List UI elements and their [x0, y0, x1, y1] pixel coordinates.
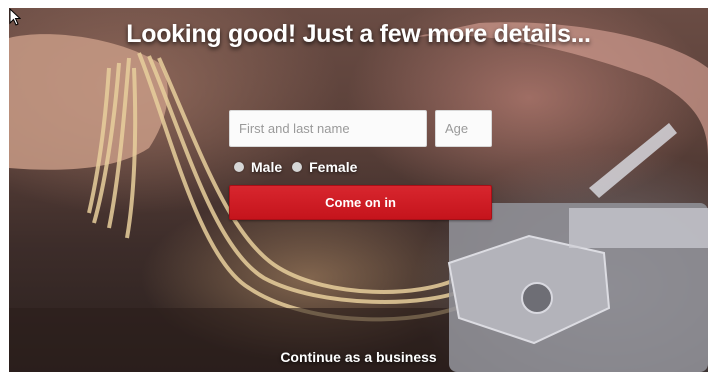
page-title: Looking good! Just a few more details... [126, 20, 591, 48]
full-name-input[interactable] [229, 110, 427, 147]
pasta-machine [447, 123, 708, 372]
gender-radio-group: Male Female [234, 158, 367, 176]
continue-as-business-link[interactable]: Continue as a business [9, 349, 708, 365]
gender-option-male[interactable]: Male [234, 159, 282, 175]
gender-option-female[interactable]: Female [292, 159, 357, 175]
gender-option-label: Male [251, 159, 283, 175]
left-hand-shape [9, 34, 168, 170]
screenshot-frame: Looking good! Just a few more details...… [0, 0, 709, 372]
submit-button[interactable]: Come on in [229, 185, 492, 220]
radio-unselected-icon[interactable] [292, 162, 303, 172]
pasta-background-photo: Looking good! Just a few more details...… [9, 8, 708, 372]
gender-option-label: Female [309, 159, 358, 175]
mouse-cursor-icon [9, 8, 21, 26]
radio-unselected-icon[interactable] [234, 162, 244, 172]
age-input[interactable] [435, 110, 492, 147]
